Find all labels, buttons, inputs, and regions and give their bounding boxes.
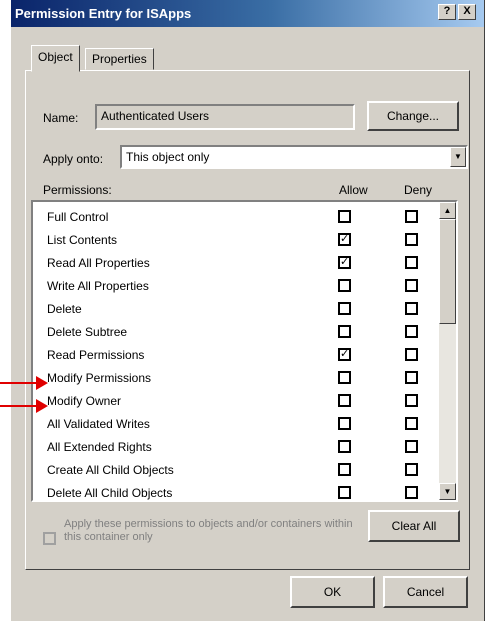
allow-checkbox[interactable] — [338, 210, 351, 223]
allow-checkbox[interactable]: ✓ — [338, 348, 351, 361]
deny-checkbox[interactable] — [405, 279, 418, 292]
table-row: Read Permissions ✓ — [33, 344, 433, 367]
permission-name: Full Control — [47, 210, 109, 224]
table-row: All Extended Rights — [33, 436, 433, 459]
allow-checkbox[interactable] — [338, 486, 351, 499]
table-row: Delete — [33, 298, 433, 321]
cancel-button[interactable]: Cancel — [383, 576, 468, 608]
scroll-down-icon[interactable]: ▼ — [439, 483, 456, 500]
deny-checkbox[interactable] — [405, 440, 418, 453]
deny-header: Deny — [404, 183, 433, 197]
table-row: Modify Owner — [33, 390, 433, 413]
table-row: Delete Subtree — [33, 321, 433, 344]
scroll-up-icon[interactable]: ▲ — [439, 202, 456, 219]
permission-name: Delete — [47, 302, 82, 316]
close-button[interactable]: X — [458, 4, 476, 20]
permission-name: List Contents — [47, 233, 118, 247]
allow-checkbox[interactable] — [338, 463, 351, 476]
table-row: Write All Properties — [33, 275, 433, 298]
permission-name: Delete All Child Objects — [47, 486, 173, 500]
deny-checkbox[interactable] — [405, 486, 418, 499]
deny-checkbox[interactable] — [405, 348, 418, 361]
apply-onto-select[interactable]: This object only ▼ — [120, 145, 468, 169]
allow-checkbox[interactable] — [338, 417, 351, 430]
window-title: Permission Entry for ISApps — [15, 6, 192, 21]
deny-checkbox[interactable] — [405, 210, 418, 223]
permission-name: All Extended Rights — [47, 440, 152, 454]
allow-header: Allow — [339, 183, 368, 197]
apply-to-children-checkbox[interactable] — [43, 532, 56, 545]
deny-checkbox[interactable] — [405, 302, 418, 315]
annotation-arrow-line-2 — [0, 405, 40, 407]
table-row: Create All Child Objects — [33, 459, 433, 482]
change-button[interactable]: Change... — [367, 101, 459, 131]
scrollbar[interactable]: ▲ ▼ — [439, 202, 456, 500]
annotation-arrow-icon — [36, 399, 48, 413]
ok-button[interactable]: OK — [290, 576, 375, 608]
permissions-header: Permissions: — [43, 183, 112, 197]
apply-onto-value: This object only — [126, 150, 210, 164]
allow-checkbox[interactable]: ✓ — [338, 256, 351, 269]
permission-name: Read Permissions — [47, 348, 145, 362]
deny-checkbox[interactable] — [405, 394, 418, 407]
permission-name: Delete Subtree — [47, 325, 128, 339]
permission-name: Modify Owner — [47, 394, 122, 408]
permission-name: Write All Properties — [47, 279, 149, 293]
tab-object[interactable]: Object — [31, 45, 80, 72]
deny-checkbox[interactable] — [405, 371, 418, 384]
close-icon: X — [463, 5, 471, 17]
annotation-arrow-icon — [36, 376, 48, 390]
table-row: Read All Properties ✓ — [33, 252, 433, 275]
allow-checkbox[interactable] — [338, 325, 351, 338]
scrollbar-thumb[interactable] — [439, 219, 456, 324]
chevron-down-icon[interactable]: ▼ — [450, 147, 466, 167]
deny-checkbox[interactable] — [405, 325, 418, 338]
table-row: Delete All Child Objects — [33, 482, 433, 500]
allow-checkbox[interactable] — [338, 302, 351, 315]
annotation-arrow-line-1 — [0, 382, 40, 384]
permission-name: Create All Child Objects — [47, 463, 174, 477]
permission-name: Read All Properties — [47, 256, 150, 270]
allow-checkbox[interactable]: ✓ — [338, 233, 351, 246]
help-button[interactable]: ? — [438, 4, 456, 20]
table-row: List Contents ✓ — [33, 229, 433, 252]
tab-properties[interactable]: Properties — [85, 48, 154, 70]
permission-name: All Validated Writes — [47, 417, 150, 431]
allow-checkbox[interactable] — [338, 394, 351, 407]
apply-to-children-label: Apply these permissions to objects and/o… — [64, 518, 353, 543]
allow-checkbox[interactable] — [338, 371, 351, 384]
deny-checkbox[interactable] — [405, 256, 418, 269]
allow-checkbox[interactable] — [338, 279, 351, 292]
permissions-list: Full Control List Contents ✓ Read All Prope… — [31, 200, 458, 502]
table-row: Modify Permissions — [33, 367, 433, 390]
clear-all-button[interactable]: Clear All — [368, 510, 460, 542]
table-row: All Validated Writes — [33, 413, 433, 436]
permission-name: Modify Permissions — [47, 371, 152, 385]
name-field: Authenticated Users — [95, 104, 355, 130]
table-row: Full Control — [33, 206, 433, 229]
deny-checkbox[interactable] — [405, 463, 418, 476]
allow-checkbox[interactable] — [338, 440, 351, 453]
name-label: Name: — [43, 111, 79, 125]
apply-onto-label: Apply onto: — [43, 152, 104, 166]
deny-checkbox[interactable] — [405, 417, 418, 430]
deny-checkbox[interactable] — [405, 233, 418, 246]
title-bar: Permission Entry for ISApps ? X — [11, 0, 484, 27]
